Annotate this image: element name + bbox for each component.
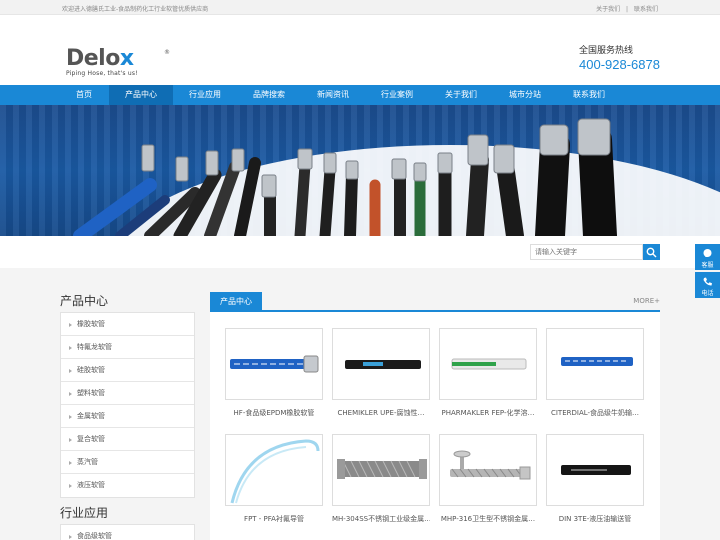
nav-item-news[interactable]: 新闻资讯 (301, 85, 365, 105)
phone-icon (703, 277, 712, 286)
product-name[interactable]: MH-304SS不锈钢工业级金属… (332, 514, 430, 524)
top-link-contact[interactable]: 联系我们 (634, 6, 658, 13)
product-image[interactable] (225, 328, 323, 400)
sidebar-item-plastic[interactable]: 塑料软管 (61, 382, 194, 405)
product-image[interactable] (439, 434, 537, 506)
logo-tagline: Piping Hose, that's us! (66, 70, 138, 77)
product-image[interactable] (332, 434, 430, 506)
float-phone-button[interactable]: 电话 (695, 272, 720, 298)
sidebar-item-hydraulic[interactable]: 液压软管 (61, 474, 194, 497)
product-image[interactable] (332, 328, 430, 400)
hose-image (451, 358, 527, 370)
search-button[interactable] (643, 244, 660, 260)
site-logo[interactable]: Delox ® Piping Hose, that's us! (66, 46, 170, 78)
nav-item-contact[interactable]: 联系我们 (557, 85, 621, 105)
banner-hoses-image (73, 118, 617, 236)
hose-image (345, 360, 421, 369)
nav-item-cases[interactable]: 行业案例 (365, 85, 429, 105)
more-link[interactable]: MORE+ (633, 297, 660, 305)
product-card[interactable]: HF-食品级EPDM橡胶软管 (225, 328, 323, 418)
sidebar-item-metal[interactable]: 金属软管 (61, 405, 194, 428)
search-bar (0, 236, 720, 268)
hotline: 全国服务热线 400-928-6878 (579, 43, 660, 72)
product-card[interactable]: MHP-316卫生型不锈钢金属… (439, 434, 537, 524)
hose-image (561, 357, 633, 366)
logo-registered-mark: ® (164, 49, 170, 56)
product-name[interactable]: MHP-316卫生型不锈钢金属… (439, 514, 537, 524)
top-links: 关于我们 | 联系我们 (592, 4, 658, 13)
tab-products[interactable]: 产品中心 (210, 292, 262, 312)
sidebar-item-rubber[interactable]: 橡胶软管 (61, 313, 194, 336)
hotline-phone: 400-928-6878 (579, 57, 660, 72)
product-image[interactable] (439, 328, 537, 400)
main-nav: 首页 产品中心 行业应用 品牌搜索 新闻资讯 行业案例 关于我们 城市分站 联系… (0, 85, 720, 105)
product-section-header: 产品中心 MORE+ (210, 292, 660, 312)
float-service-label: 客服 (701, 262, 714, 269)
float-service-button[interactable]: 客服 (695, 244, 720, 270)
product-card[interactable]: DIN 3TE-液压油输送管 (546, 434, 644, 524)
product-image[interactable] (546, 328, 644, 400)
product-name[interactable]: PHARMAKLER FEP-化学溶… (439, 408, 537, 418)
top-link-separator: | (626, 6, 629, 13)
hose-image (450, 450, 531, 480)
chat-icon (703, 249, 712, 257)
sidebar-industry-list: 食品级软管 (60, 524, 195, 540)
product-card[interactable]: CHEMIKLER UPE-腐蚀性… (332, 328, 430, 418)
nav-item-industry[interactable]: 行业应用 (173, 85, 237, 105)
product-card[interactable]: FPT - PFA衬氟导管 (225, 434, 323, 524)
product-name[interactable]: CHEMIKLER UPE-腐蚀性… (332, 408, 430, 418)
product-card[interactable]: PHARMAKLER FEP-化学溶… (439, 328, 537, 418)
sidebar-item-composite[interactable]: 复合软管 (61, 428, 194, 451)
welcome-text: 欢迎进入德膳氏工业-食品制药化工行业软管优质供应商 (62, 6, 209, 13)
product-image[interactable] (546, 434, 644, 506)
hotline-label: 全国服务热线 (579, 46, 634, 56)
nav-item-brands[interactable]: 品牌搜索 (237, 85, 301, 105)
sidebar-item-food-grade[interactable]: 食品级软管 (61, 525, 194, 540)
product-name[interactable]: HF-食品级EPDM橡胶软管 (225, 408, 323, 418)
logo-wordmark: Delox (66, 46, 134, 71)
product-name[interactable]: CITERDIAL-食品级牛奶输… (546, 408, 644, 418)
sidebar-category-list: 橡胶软管 特氟龙软管 硅胶软管 塑料软管 金属软管 复合软管 蒸汽管 液压软管 (60, 312, 195, 498)
hose-image (230, 355, 319, 373)
top-bar: 欢迎进入德膳氏工业-食品制药化工行业软管优质供应商 关于我们 | 联系我们 (0, 0, 720, 15)
hose-image (230, 439, 320, 504)
nav-item-city[interactable]: 城市分站 (493, 85, 557, 105)
product-grid: HF-食品级EPDM橡胶软管 CHEMIKLER UPE-腐蚀性… PHARMA… (210, 312, 660, 540)
hose-image (561, 465, 631, 475)
product-card[interactable]: CITERDIAL-食品级牛奶输… (546, 328, 644, 418)
product-name[interactable]: FPT - PFA衬氟导管 (225, 514, 323, 524)
sidebar-title: 产品中心 (60, 294, 109, 308)
top-link-about[interactable]: 关于我们 (596, 6, 620, 13)
product-image[interactable] (225, 434, 323, 506)
nav-item-products[interactable]: 产品中心 (109, 85, 173, 105)
nav-item-home[interactable]: 首页 (52, 85, 116, 105)
sidebar-title-industry: 行业应用 (60, 506, 109, 520)
sidebar-item-teflon[interactable]: 特氟龙软管 (61, 336, 194, 359)
product-card[interactable]: MH-304SS不锈钢工业级金属… (332, 434, 430, 524)
nav-item-about[interactable]: 关于我们 (429, 85, 493, 105)
float-phone-label: 电话 (701, 290, 714, 297)
hose-image (337, 459, 427, 479)
sidebar: 产品中心 橡胶软管 特氟龙软管 硅胶软管 塑料软管 金属软管 复合软管 蒸汽管 … (60, 290, 195, 540)
hero-banner (0, 105, 720, 236)
search-input[interactable] (530, 244, 643, 260)
product-section: 产品中心 MORE+ HF-食品级EPDM橡胶软管 CHEMIKLER UPE-… (210, 292, 660, 540)
sidebar-item-steam[interactable]: 蒸汽管 (61, 451, 194, 474)
site-header: Delox ® Piping Hose, that's us! 全国服务热线 4… (0, 15, 720, 85)
product-name[interactable]: DIN 3TE-液压油输送管 (546, 514, 644, 524)
search-icon (646, 247, 657, 258)
sidebar-item-silicone[interactable]: 硅胶软管 (61, 359, 194, 382)
